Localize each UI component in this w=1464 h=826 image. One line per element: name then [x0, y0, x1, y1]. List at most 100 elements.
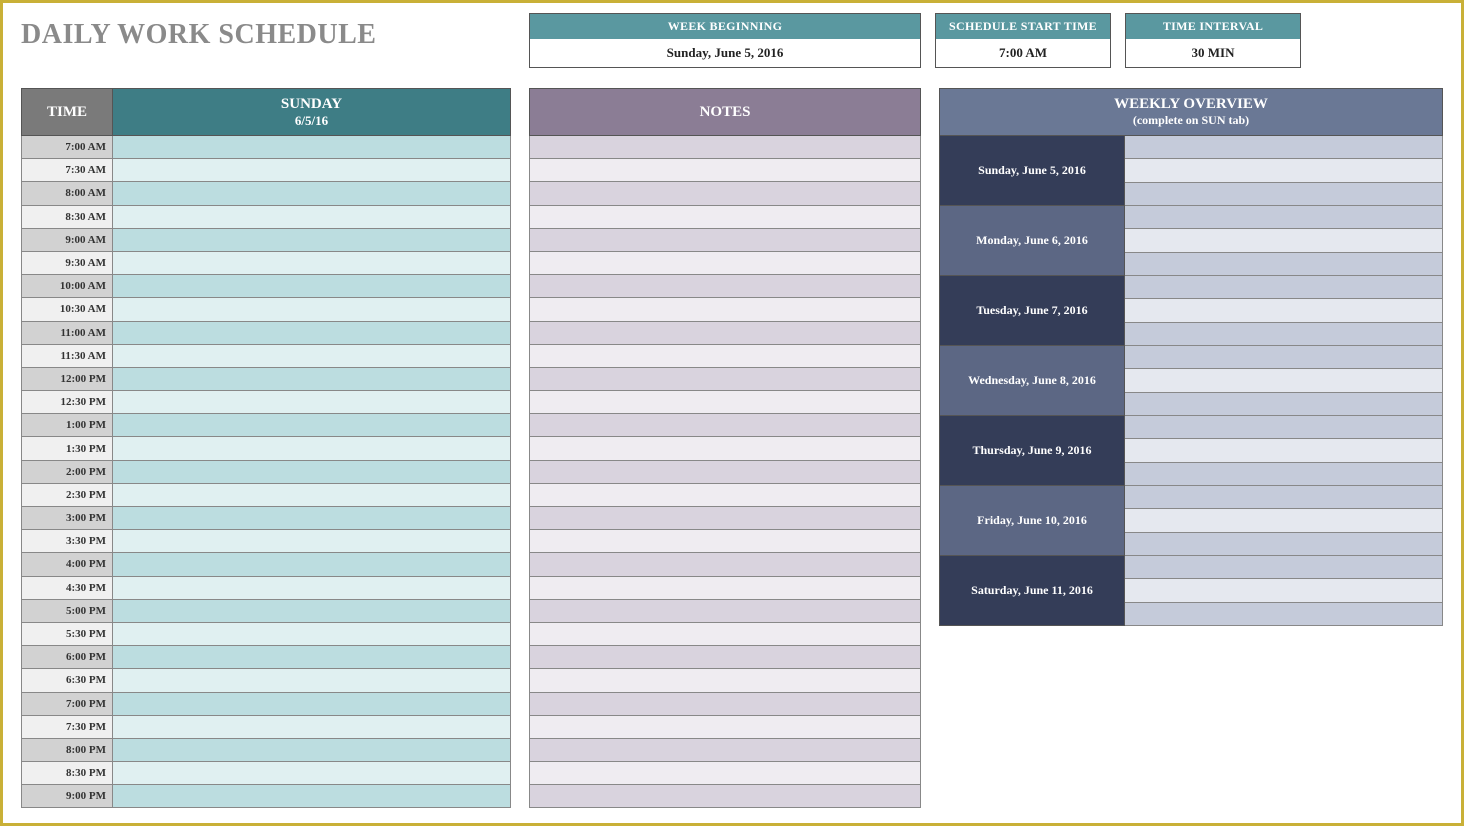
schedule-cell[interactable] [113, 646, 511, 669]
schedule-cell[interactable] [113, 368, 511, 391]
schedule-cell[interactable] [113, 739, 511, 762]
schedule-cell[interactable] [113, 136, 511, 159]
note-row[interactable] [529, 785, 921, 808]
day-date: 6/5/16 [295, 113, 328, 129]
time-cell: 8:30 AM [21, 206, 113, 229]
interval-value[interactable]: 30 MIN [1126, 39, 1300, 67]
schedule-cell[interactable] [113, 206, 511, 229]
weekly-day-label: Wednesday, June 8, 2016 [939, 346, 1125, 416]
note-row[interactable] [529, 577, 921, 600]
schedule-cell[interactable] [113, 391, 511, 414]
weekly-cell[interactable] [1125, 323, 1443, 346]
note-row[interactable] [529, 461, 921, 484]
time-cell: 9:00 PM [21, 785, 113, 808]
note-row[interactable] [529, 136, 921, 159]
weekly-cell[interactable] [1125, 253, 1443, 276]
schedule-cell[interactable] [113, 229, 511, 252]
weekly-cell[interactable] [1125, 439, 1443, 462]
time-cell: 5:00 PM [21, 600, 113, 623]
schedule-cell[interactable] [113, 600, 511, 623]
weekly-cell[interactable] [1125, 603, 1443, 626]
schedule-row: 8:30 AM [21, 206, 511, 229]
weekly-cell[interactable] [1125, 533, 1443, 556]
note-row[interactable] [529, 437, 921, 460]
note-row[interactable] [529, 530, 921, 553]
weekly-cell[interactable] [1125, 393, 1443, 416]
note-row[interactable] [529, 275, 921, 298]
weekly-cell[interactable] [1125, 416, 1443, 439]
schedule-cell[interactable] [113, 785, 511, 808]
schedule-cell[interactable] [113, 275, 511, 298]
note-row[interactable] [529, 182, 921, 205]
weekly-cell[interactable] [1125, 229, 1443, 252]
weekly-day-label: Thursday, June 9, 2016 [939, 416, 1125, 486]
note-row[interactable] [529, 414, 921, 437]
schedule-cell[interactable] [113, 553, 511, 576]
schedule-cell[interactable] [113, 252, 511, 275]
time-cell: 2:30 PM [21, 484, 113, 507]
weekly-cell[interactable] [1125, 369, 1443, 392]
weekly-cell[interactable] [1125, 346, 1443, 369]
schedule-cell[interactable] [113, 623, 511, 646]
weekly-cell[interactable] [1125, 206, 1443, 229]
weekly-cell[interactable] [1125, 276, 1443, 299]
weekly-cell[interactable] [1125, 556, 1443, 579]
note-row[interactable] [529, 623, 921, 646]
time-cell: 4:30 PM [21, 577, 113, 600]
note-row[interactable] [529, 553, 921, 576]
schedule-cell[interactable] [113, 437, 511, 460]
schedule-cell[interactable] [113, 298, 511, 321]
start-time-value[interactable]: 7:00 AM [936, 39, 1110, 67]
note-row[interactable] [529, 507, 921, 530]
note-row[interactable] [529, 368, 921, 391]
note-row[interactable] [529, 693, 921, 716]
schedule-cell[interactable] [113, 414, 511, 437]
schedule-cell[interactable] [113, 530, 511, 553]
schedule-cell[interactable] [113, 669, 511, 692]
note-row[interactable] [529, 762, 921, 785]
weekly-cell[interactable] [1125, 463, 1443, 486]
schedule-cell[interactable] [113, 345, 511, 368]
note-row[interactable] [529, 391, 921, 414]
time-cell: 10:00 AM [21, 275, 113, 298]
schedule-cell[interactable] [113, 507, 511, 530]
schedule-cell[interactable] [113, 716, 511, 739]
note-row[interactable] [529, 600, 921, 623]
note-row[interactable] [529, 229, 921, 252]
schedule-row: 2:00 PM [21, 461, 511, 484]
schedule-cell[interactable] [113, 159, 511, 182]
note-row[interactable] [529, 716, 921, 739]
note-row[interactable] [529, 739, 921, 762]
weekly-cell[interactable] [1125, 299, 1443, 322]
schedule-cell[interactable] [113, 762, 511, 785]
schedule-cell[interactable] [113, 322, 511, 345]
weekly-cell[interactable] [1125, 136, 1443, 159]
note-row[interactable] [529, 646, 921, 669]
note-row[interactable] [529, 345, 921, 368]
day-column-header: SUNDAY 6/5/16 [113, 88, 511, 136]
note-row[interactable] [529, 484, 921, 507]
week-beginning-value[interactable]: Sunday, June 5, 2016 [530, 39, 920, 67]
schedule-cell[interactable] [113, 577, 511, 600]
note-row[interactable] [529, 669, 921, 692]
schedule-cell[interactable] [113, 484, 511, 507]
weekly-cell[interactable] [1125, 183, 1443, 206]
note-row[interactable] [529, 322, 921, 345]
note-row[interactable] [529, 159, 921, 182]
schedule-cell[interactable] [113, 693, 511, 716]
schedule-cell[interactable] [113, 461, 511, 484]
time-cell: 8:00 PM [21, 739, 113, 762]
schedule-row: 5:30 PM [21, 623, 511, 646]
schedule-cell[interactable] [113, 182, 511, 205]
note-row[interactable] [529, 252, 921, 275]
note-row[interactable] [529, 206, 921, 229]
weekly-cell[interactable] [1125, 579, 1443, 602]
weekly-cell[interactable] [1125, 509, 1443, 532]
start-time-label: SCHEDULE START TIME [936, 14, 1110, 39]
schedule-row: 11:30 AM [21, 345, 511, 368]
note-row[interactable] [529, 298, 921, 321]
schedule-row: 6:30 PM [21, 669, 511, 692]
weekly-cell[interactable] [1125, 486, 1443, 509]
schedule-row: 9:00 PM [21, 785, 511, 808]
weekly-cell[interactable] [1125, 159, 1443, 182]
